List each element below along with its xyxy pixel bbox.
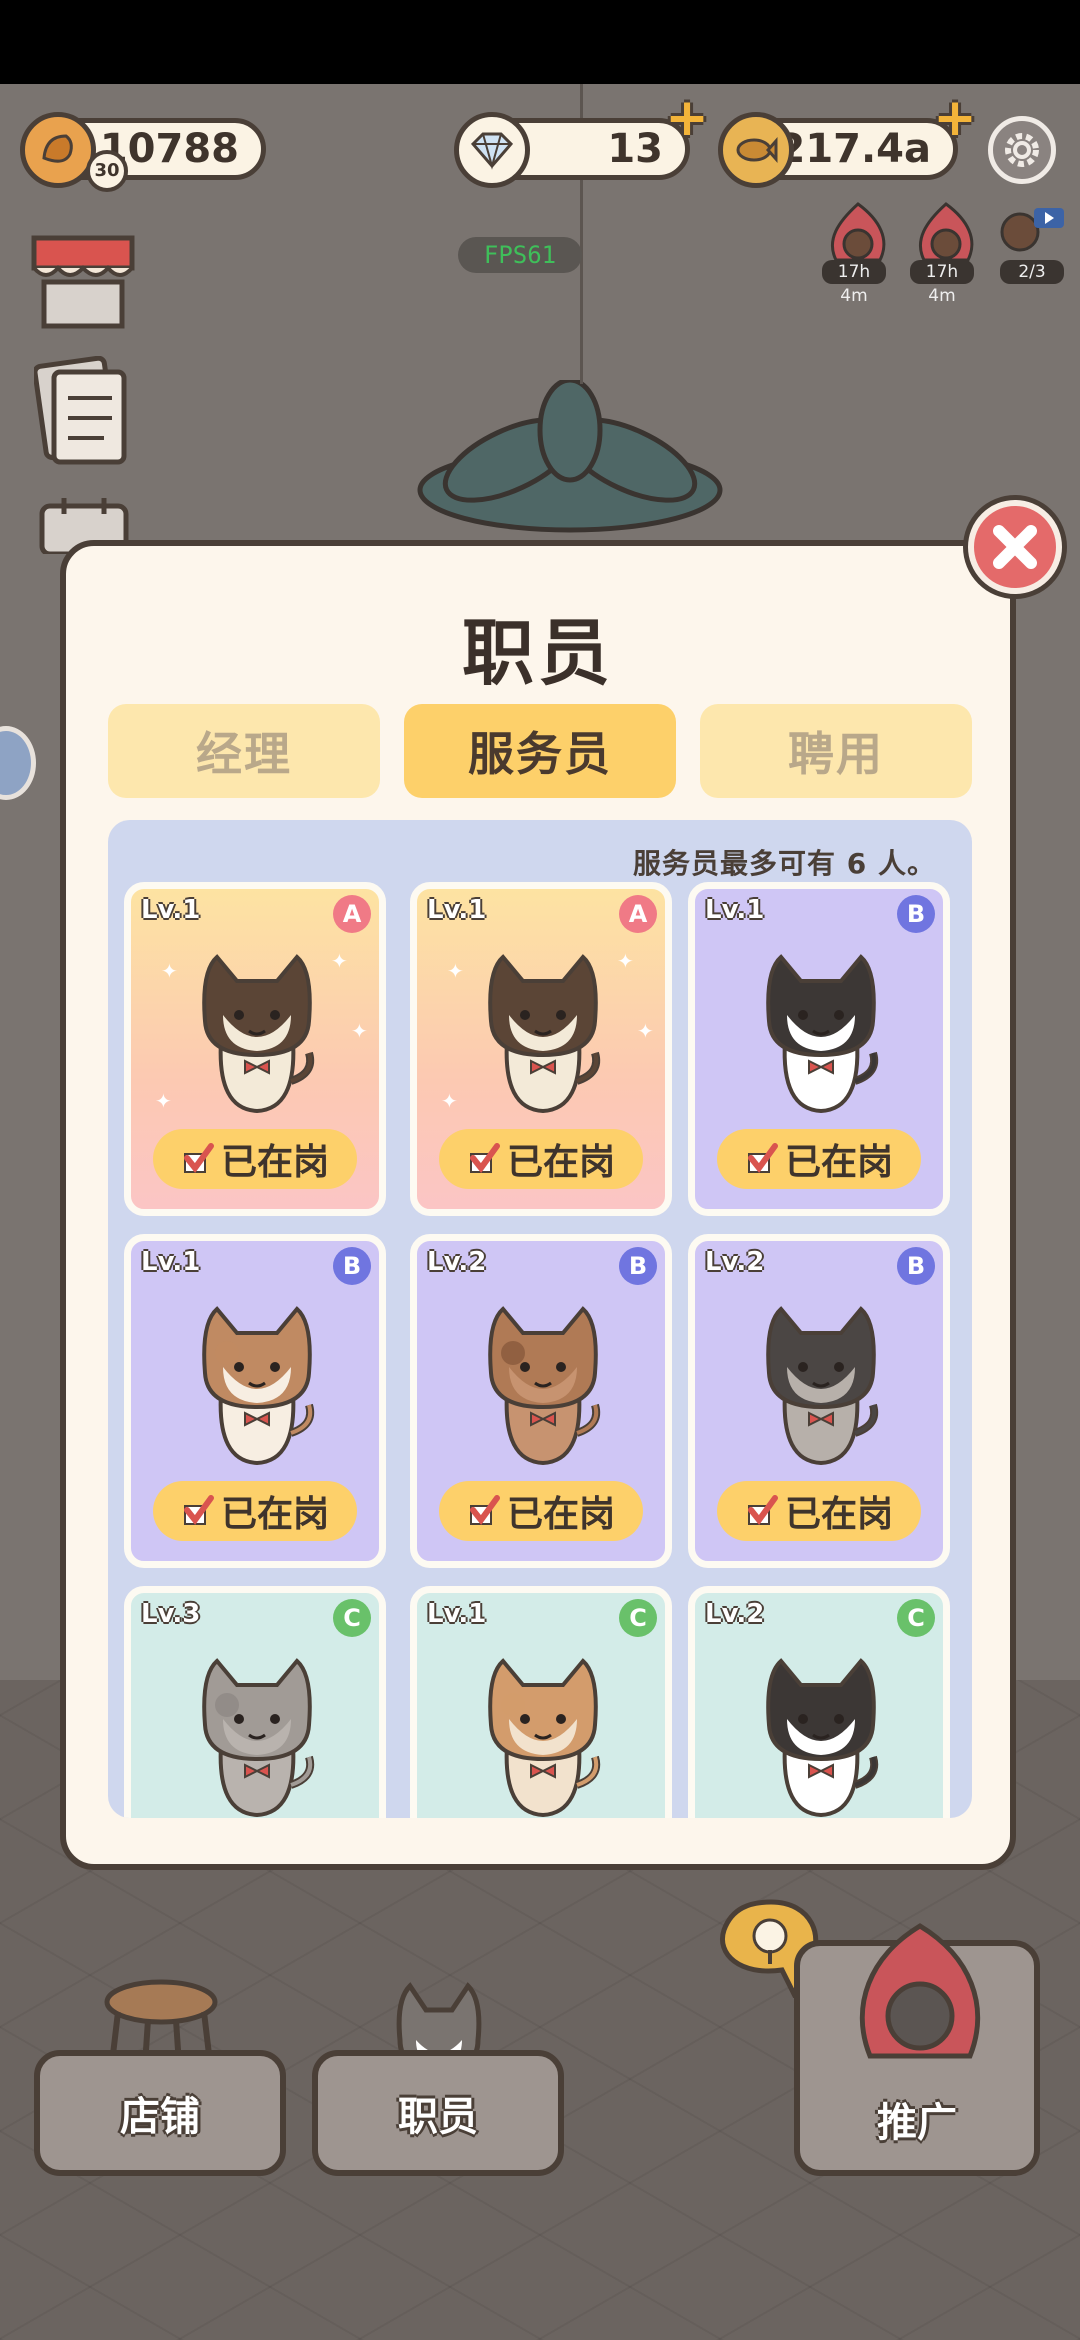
on-duty-label: 已在岗	[784, 1142, 893, 1183]
sparkle-icon: ✦	[331, 949, 348, 973]
card-rank-badge: A	[619, 895, 657, 933]
plant-decor	[417, 380, 723, 533]
cat-portrait	[187, 1293, 327, 1473]
card-level: Lv.1	[427, 895, 487, 925]
staff-button-label: 职员	[398, 2094, 478, 2140]
level-badge: 30	[86, 150, 128, 192]
checkmark-icon	[183, 1143, 214, 1173]
event-timer-2: 17h 4m	[910, 260, 974, 306]
staff-card[interactable]: ✦ ✦ ✦ ✦ Lv.1 A 已在岗	[410, 882, 672, 1216]
card-level: Lv.1	[141, 895, 201, 925]
event-timer-1: 17h 4m	[822, 260, 886, 306]
staff-card[interactable]: Lv.2 B 已在岗	[410, 1234, 672, 1568]
on-duty-badge: 已在岗	[153, 1129, 357, 1189]
card-rank-badge: C	[333, 1599, 371, 1637]
card-level: Lv.1	[141, 1247, 201, 1277]
shop-button[interactable]: 店铺	[34, 2050, 286, 2176]
on-duty-badge: 已在岗	[439, 1481, 643, 1541]
close-icon	[993, 525, 1037, 569]
coin-icon	[20, 112, 96, 188]
add-diamond-icon[interactable]: +	[664, 92, 710, 144]
cat-portrait	[473, 1293, 613, 1473]
cat-portrait	[187, 1645, 327, 1818]
on-duty-badge: 已在岗	[717, 1481, 921, 1541]
card-level: Lv.2	[705, 1599, 765, 1629]
fish-value: 217.4a	[777, 126, 931, 172]
sparkle-icon: ✦	[637, 1019, 654, 1043]
video-count: 2/3	[1000, 260, 1064, 284]
card-rank-badge: C	[619, 1599, 657, 1637]
card-level: Lv.3	[141, 1599, 201, 1629]
checkmark-icon	[747, 1143, 778, 1173]
on-duty-badge: 已在岗	[153, 1481, 357, 1541]
staff-card[interactable]: Lv.1 B 已在岗	[688, 882, 950, 1216]
waiter-limit-note: 服务员最多可有 6 人。	[633, 847, 936, 880]
fish-coin-icon	[718, 112, 794, 188]
on-duty-badge: 已在岗	[439, 1129, 643, 1189]
staff-card[interactable]: Lv.3 C	[124, 1586, 386, 1818]
add-fish-icon[interactable]: +	[932, 92, 978, 144]
status-bar	[0, 0, 1080, 84]
card-level: Lv.1	[427, 1599, 487, 1629]
cat-portrait	[751, 1293, 891, 1473]
staff-button[interactable]: 职员	[312, 2050, 564, 2176]
staff-card[interactable]: Lv.1 C	[410, 1586, 672, 1818]
tab-hire[interactable]: 聘用	[700, 704, 972, 798]
staff-list-panel[interactable]: 服务员最多可有 6 人。 ✦ ✦ ✦ ✦ Lv.1 A 已在岗 ✦ ✦ ✦ ✦ …	[108, 820, 972, 1818]
staff-card[interactable]: Lv.2 B 已在岗	[688, 1234, 950, 1568]
promote-button-label: 推广	[877, 2100, 957, 2146]
on-duty-badge: 已在岗	[717, 1129, 921, 1189]
card-rank-badge: B	[897, 1247, 935, 1285]
tab-waiter-label: 服务员	[468, 727, 612, 781]
staff-card[interactable]: ✦ ✦ ✦ ✦ Lv.1 A 已在岗	[124, 882, 386, 1216]
tab-hire-label: 聘用	[788, 727, 884, 781]
sparkle-icon: ✦	[155, 1089, 172, 1113]
shop-button-label: 店铺	[120, 2094, 200, 2140]
on-duty-label: 已在岗	[784, 1494, 893, 1535]
fps-counter: FPS61	[458, 237, 582, 273]
card-level: Lv.1	[705, 895, 765, 925]
tab-waiter[interactable]: 服务员	[404, 704, 676, 798]
cat-portrait	[473, 941, 613, 1121]
diamond-value: 13	[607, 126, 663, 172]
sparkle-icon: ✦	[617, 949, 634, 973]
shop-stall-icon[interactable]	[28, 232, 138, 332]
sparkle-icon: ✦	[441, 1089, 458, 1113]
card-level: Lv.2	[705, 1247, 765, 1277]
card-level: Lv.2	[427, 1247, 487, 1277]
promote-button[interactable]: 推广	[794, 1923, 1040, 2176]
level-value: 30	[94, 160, 120, 181]
card-rank-badge: C	[897, 1599, 935, 1637]
sparkle-icon: ✦	[447, 959, 464, 983]
card-rank-badge: B	[897, 895, 935, 933]
on-duty-label: 已在岗	[220, 1142, 329, 1183]
task-list-icon[interactable]	[34, 356, 134, 466]
close-button[interactable]	[968, 500, 1062, 594]
settings-gear-icon[interactable]	[988, 116, 1056, 184]
modal-title: 职员	[461, 611, 614, 695]
checkmark-icon	[469, 1495, 500, 1525]
on-duty-label: 已在岗	[506, 1494, 615, 1535]
tab-manager[interactable]: 经理	[108, 704, 380, 798]
on-duty-label: 已在岗	[506, 1142, 615, 1183]
promote-fire-icon	[859, 1923, 981, 2059]
cat-portrait	[751, 1645, 891, 1818]
card-rank-badge: A	[333, 895, 371, 933]
checkmark-icon	[183, 1495, 214, 1525]
on-duty-label: 已在岗	[220, 1494, 329, 1535]
checkmark-icon	[469, 1143, 500, 1173]
diamond-icon	[454, 112, 530, 188]
staff-card[interactable]: Lv.1 B 已在岗	[124, 1234, 386, 1568]
cat-portrait	[751, 941, 891, 1121]
checkmark-icon	[747, 1495, 778, 1525]
sparkle-icon: ✦	[161, 959, 178, 983]
card-rank-badge: B	[333, 1247, 371, 1285]
cat-portrait	[187, 941, 327, 1121]
card-rank-badge: B	[619, 1247, 657, 1285]
sparkle-icon: ✦	[351, 1019, 368, 1043]
video-reward-icon[interactable]	[996, 202, 1068, 262]
cat-portrait	[473, 1645, 613, 1818]
tab-manager-label: 经理	[196, 727, 292, 781]
staff-card[interactable]: Lv.2 C	[688, 1586, 950, 1818]
